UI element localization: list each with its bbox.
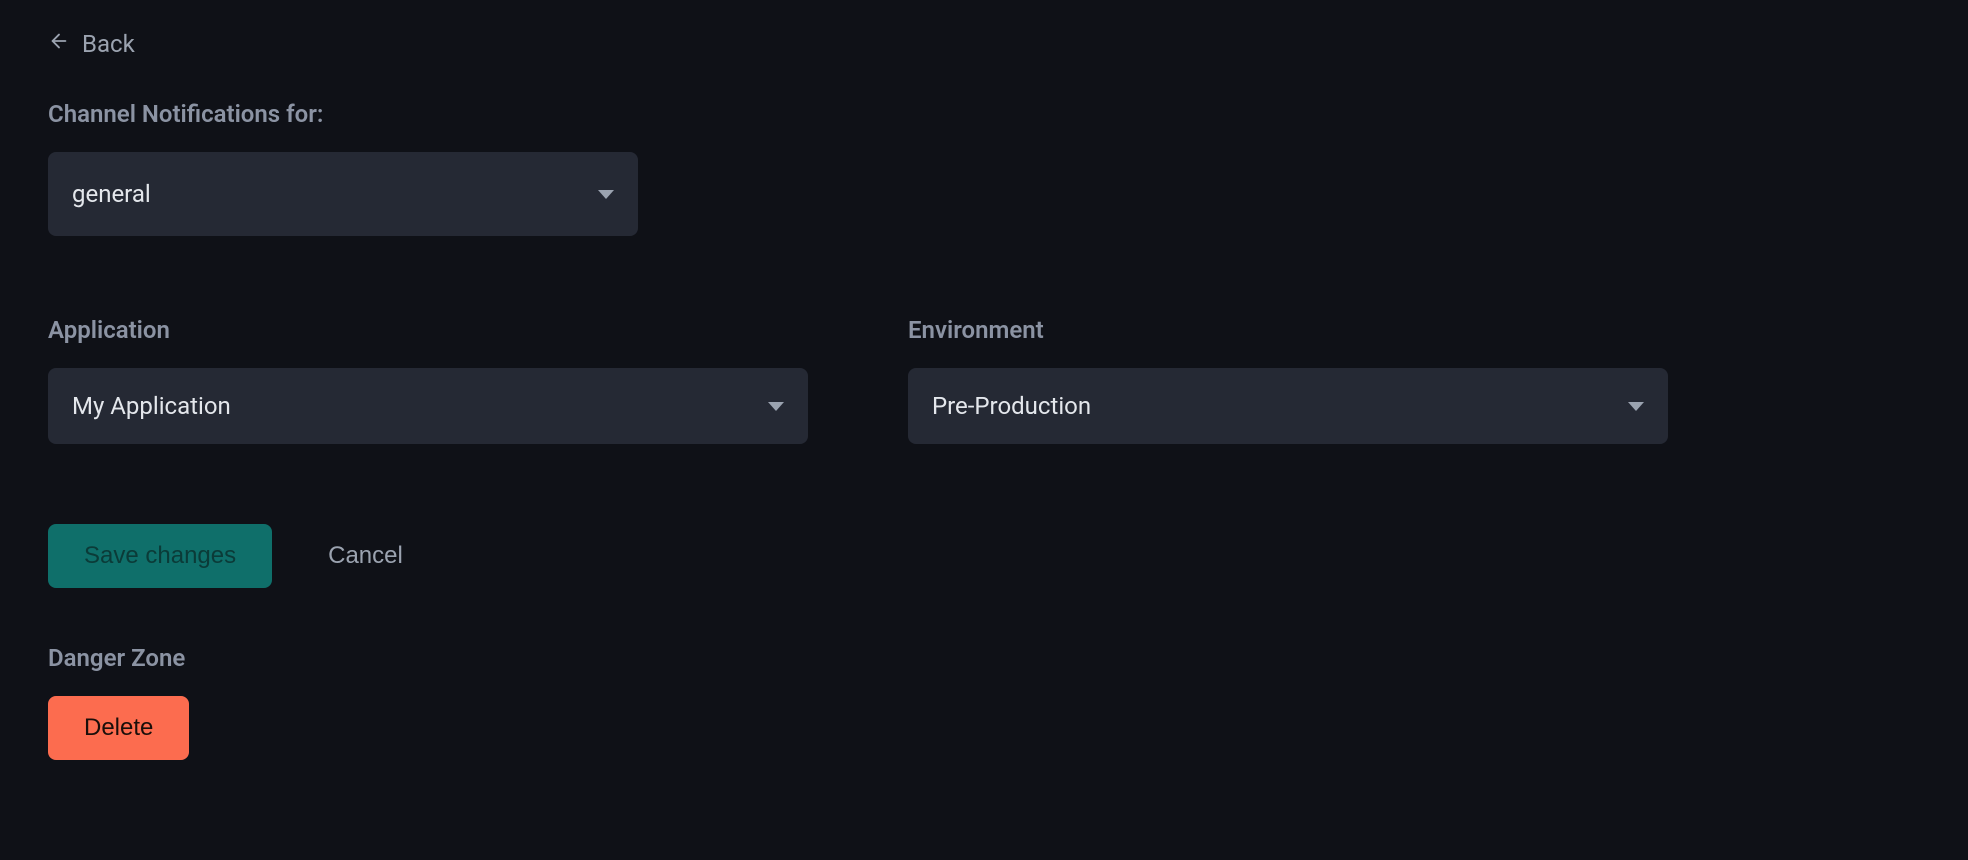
environment-label: Environment — [908, 316, 1668, 344]
caret-down-icon — [768, 402, 784, 411]
back-label: Back — [82, 30, 135, 58]
arrow-left-icon — [48, 30, 70, 58]
save-button[interactable]: Save changes — [48, 524, 272, 588]
app-env-row: Application My Application Environment P… — [48, 316, 1920, 444]
channel-select-value: general — [72, 180, 151, 208]
danger-zone-label: Danger Zone — [48, 644, 1920, 672]
danger-zone-section: Danger Zone Delete — [48, 644, 1920, 760]
environment-select-value: Pre-Production — [932, 392, 1091, 420]
application-select[interactable]: My Application — [48, 368, 808, 444]
form-actions: Save changes Cancel — [48, 524, 1920, 588]
application-select-value: My Application — [72, 392, 231, 420]
channel-section: Channel Notifications for: general — [48, 100, 1920, 236]
application-label: Application — [48, 316, 808, 344]
environment-field: Environment Pre-Production — [908, 316, 1668, 444]
caret-down-icon — [598, 190, 614, 199]
cancel-button[interactable]: Cancel — [328, 542, 403, 570]
environment-select[interactable]: Pre-Production — [908, 368, 1668, 444]
channel-notifications-label: Channel Notifications for: — [48, 100, 1920, 128]
back-link[interactable]: Back — [48, 30, 135, 58]
channel-select[interactable]: general — [48, 152, 638, 236]
application-field: Application My Application — [48, 316, 808, 444]
caret-down-icon — [1628, 402, 1644, 411]
delete-button[interactable]: Delete — [48, 696, 189, 760]
